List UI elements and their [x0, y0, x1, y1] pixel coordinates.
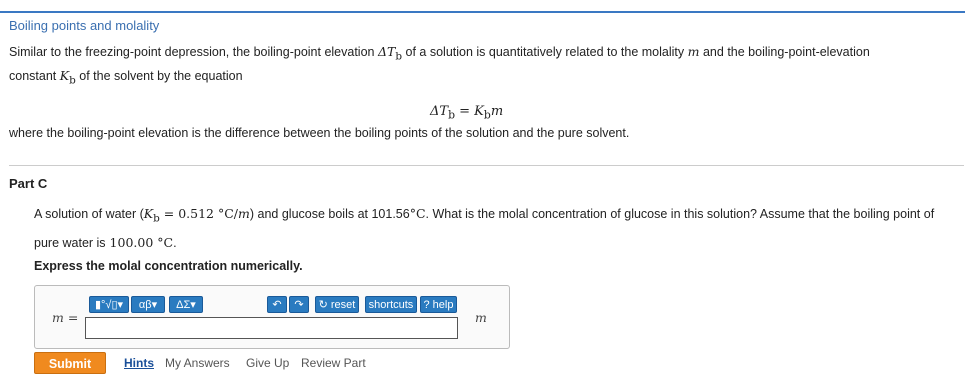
section-divider: [9, 165, 964, 166]
part-label: Part C: [9, 176, 48, 191]
answer-input[interactable]: [85, 317, 458, 339]
symbols-button[interactable]: ΔΣ▾: [169, 296, 203, 313]
eq-lhs: ΔT: [430, 104, 449, 119]
kb-symbol: K: [59, 68, 70, 83]
intro-text: constant: [9, 69, 57, 83]
review-part-link[interactable]: Review Part: [301, 356, 366, 370]
submit-button[interactable]: Submit: [34, 352, 106, 374]
delta-t-symbol: ΔT: [377, 44, 396, 59]
eq-rhs-m: m: [490, 104, 504, 119]
definition-text: where the boiling-point elevation is the…: [9, 126, 630, 140]
molality-symbol: m: [238, 206, 250, 221]
shortcuts-button[interactable]: shortcuts: [365, 296, 417, 313]
page-title: Boiling points and molality: [9, 18, 160, 33]
kb-value: = 0.512 °C/: [159, 206, 239, 221]
top-divider: [0, 11, 965, 13]
intro-text: Similar to the freezing-point depression…: [9, 45, 375, 59]
equation: ΔTb = Kbm: [430, 103, 503, 122]
give-up-link[interactable]: Give Up: [246, 356, 289, 370]
sub-b: b: [69, 74, 76, 87]
answer-panel: ▮°√▯▾ αβ▾ ΔΣ▾ ↶ ↷ ↻ reset shortcuts ? he…: [34, 285, 510, 349]
eq-op: =: [455, 104, 475, 119]
question-fragment: .: [173, 235, 177, 250]
hints-link[interactable]: Hints: [124, 356, 154, 370]
greek-letters-button[interactable]: αβ▾: [131, 296, 165, 313]
molality-symbol: m: [687, 44, 700, 59]
unit-label: m: [475, 310, 487, 325]
water-bp-value: 100.00 °C: [105, 234, 174, 250]
sub-b: b: [153, 212, 160, 225]
help-button[interactable]: ? help: [420, 296, 457, 313]
deg-c-unit: °C: [409, 206, 426, 221]
intro-line-2: constant Kb of the solvent by the equati…: [9, 68, 243, 89]
my-answers-link[interactable]: My Answers: [165, 356, 230, 370]
intro-text: and the boiling-point-elevation: [702, 45, 870, 59]
reset-button[interactable]: ↻ reset: [315, 296, 359, 313]
undo-icon[interactable]: ↶: [267, 296, 287, 313]
eq-lhs-sub: b: [448, 108, 455, 122]
intro-text: of a solution is quantitatively related …: [405, 45, 685, 59]
kb-symbol: K: [143, 206, 154, 221]
instruction: Express the molal concentration numerica…: [34, 259, 303, 273]
eq-rhs-sub: b: [483, 108, 491, 122]
eq-rhs-k: K: [474, 104, 484, 119]
intro-line-1: Similar to the freezing-point depression…: [9, 44, 870, 65]
templates-button[interactable]: ▮°√▯▾: [89, 296, 129, 313]
variable-label: m =: [52, 310, 79, 325]
sub-b: b: [395, 50, 403, 63]
question-text: A solution of water (Kb = 0.512 °C/m) an…: [34, 202, 954, 255]
redo-icon[interactable]: ↷: [289, 296, 309, 313]
intro-text: of the solvent by the equation: [79, 69, 243, 83]
question-fragment: ) and glucose boils at 101.56: [249, 207, 410, 221]
question-fragment: A solution of water (: [34, 207, 144, 221]
